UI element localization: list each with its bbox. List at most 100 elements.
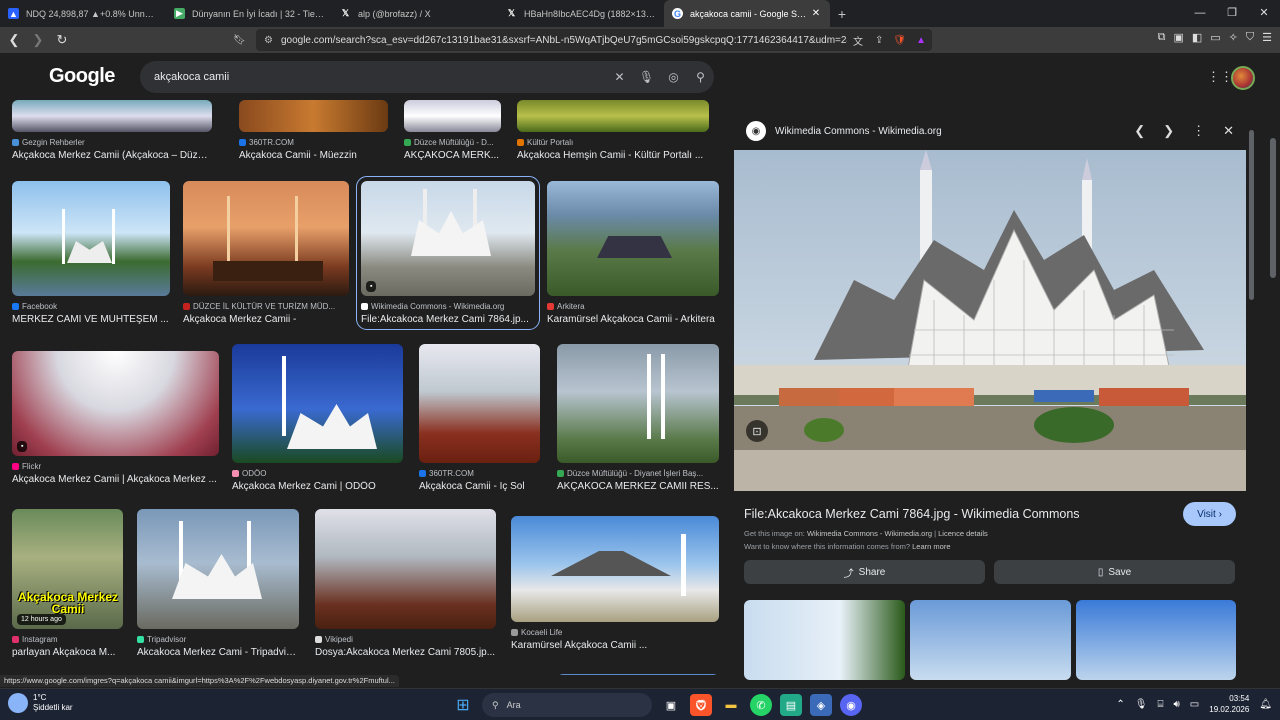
close-tab-icon[interactable]: ✕ — [810, 8, 822, 19]
weather-widget[interactable]: 1°C Şiddetli kar — [8, 693, 73, 713]
search-box[interactable]: akçakoca camii ✕ 🎙︎ ◎ ⚲ — [140, 61, 714, 93]
menu-icon[interactable]: ☰ — [1262, 31, 1272, 44]
result-image[interactable]: Akçakoca Merkez Camii 12 hours ago — [12, 509, 123, 629]
camera-lens-icon[interactable]: ◎ — [660, 70, 687, 84]
search-icon[interactable]: ⚲ — [687, 70, 714, 84]
result-caption[interactable]: Akçakoca Camii - Müezzin — [239, 150, 388, 161]
whatsapp-icon[interactable]: ✆ — [750, 694, 772, 716]
result-caption[interactable]: File:Akcakoca Merkez Cami 7864.jp... — [361, 314, 535, 325]
result-image[interactable]: ▪ — [361, 181, 535, 296]
translate-icon[interactable]: 文 — [853, 33, 863, 48]
image-result[interactable]: Kültür Portalı Akçakoca Hemşin Camii - K… — [517, 100, 709, 161]
related-image[interactable] — [910, 600, 1071, 680]
result-caption[interactable]: Karamürsel Akçakoca Camii ... — [511, 640, 719, 651]
result-caption[interactable]: Akçakoca Camii - İç Sol — [419, 481, 540, 492]
panel-scrollbar[interactable] — [1249, 130, 1254, 300]
result-image[interactable] — [315, 509, 496, 629]
clock[interactable]: 03:54 19.02.2026 — [1209, 693, 1249, 715]
bookmark-icon[interactable]: 🔖︎ — [233, 35, 246, 46]
active-app-icon[interactable]: ◈ — [810, 694, 832, 716]
more-options-icon[interactable]: ⋮ — [1192, 123, 1205, 139]
result-image[interactable] — [511, 516, 719, 622]
microphone-icon[interactable]: 🎙︎ — [1135, 699, 1148, 710]
scrollbar-thumb[interactable] — [1270, 138, 1276, 278]
close-icon[interactable]: ✕ — [1223, 123, 1234, 139]
result-image[interactable] — [232, 344, 403, 463]
image-result[interactable]: Gezgin Rehberler Akçakoca Merkez Camii (… — [12, 100, 212, 161]
result-image[interactable] — [547, 181, 719, 296]
share-button[interactable]: ⤴ Share — [744, 560, 985, 584]
reader-icon[interactable]: ▣ — [1173, 31, 1183, 44]
result-caption[interactable]: AKÇAKOCA MERK... — [404, 150, 501, 161]
site-info-icon[interactable]: ⚙ — [264, 35, 273, 46]
tab-tradingview[interactable]: ▲ NDQ 24,898,87 ▲+0.8% Unnamed — [0, 0, 166, 27]
image-result[interactable]: 360TR.COM Akçakoca Camii - İç Sol — [419, 344, 540, 492]
save-button[interactable]: ▯ Save — [994, 560, 1235, 584]
windows-start-icon[interactable]: ⊞ — [452, 694, 474, 716]
image-result[interactable] — [557, 674, 719, 675]
file-explorer-icon[interactable]: ▬ — [720, 694, 742, 716]
apps-grid-icon[interactable]: ⋮⋮ — [1207, 69, 1233, 85]
minimize-icon[interactable]: — — [1184, 0, 1216, 27]
address-bar[interactable]: 🔖︎ ⚙ google.com/search?sca_esv=dd267c131… — [233, 29, 932, 51]
google-logo[interactable]: Google — [49, 65, 115, 88]
close-window-icon[interactable]: ✕ — [1248, 0, 1280, 27]
learn-more-link[interactable]: Learn more — [912, 542, 950, 551]
page-scrollbar[interactable] — [1269, 118, 1277, 675]
result-image[interactable]: ▪ — [12, 351, 219, 456]
search-input[interactable]: akçakoca camii — [154, 71, 606, 83]
brave-shield-icon[interactable]: 🛡︎ — [893, 35, 906, 46]
preview-site[interactable]: Wikimedia Commons - Wikimedia.org — [775, 126, 942, 137]
app-icon[interactable]: ▤ — [780, 694, 802, 716]
result-image[interactable] — [239, 100, 388, 132]
image-result[interactable]: DÜZCE İL KÜLTÜR VE TURİZM MÜD... Akçakoc… — [183, 181, 349, 325]
image-result[interactable]: Düzce Müftülüğü - Diyanet İşleri Baş... … — [557, 344, 719, 492]
battery-icon[interactable]: ▭ — [1190, 699, 1199, 710]
result-image[interactable] — [183, 181, 349, 296]
result-image[interactable] — [517, 100, 709, 132]
tab-tier-list[interactable]: ▶ Dünyanın En İyi İcadı | 32 - Tier List … — [166, 0, 332, 27]
result-caption[interactable]: Akçakoca Merkez Cami | ODÖO — [232, 481, 403, 492]
new-tab-button[interactable]: + — [830, 6, 854, 22]
related-image[interactable] — [744, 600, 905, 680]
network-icon[interactable]: ⌸ — [1157, 699, 1163, 710]
restore-icon[interactable]: ❐ — [1216, 0, 1248, 27]
result-image[interactable] — [137, 509, 299, 629]
next-icon[interactable]: ❯ — [1163, 123, 1174, 139]
tab-google-search[interactable]: Gakçakoca camii - Google Search ✕ — [664, 0, 830, 27]
preview-image[interactable] — [734, 150, 1246, 491]
result-caption[interactable]: Akcakoca Merkez Cami - Tripadvisor — [137, 647, 299, 658]
forward-icon[interactable]: ❯ — [28, 32, 48, 48]
licence-link[interactable]: Licence details — [938, 529, 988, 538]
task-view-icon[interactable]: ▣ — [660, 694, 682, 716]
volume-icon[interactable]: 🔊︎ — [1173, 699, 1179, 710]
avatar[interactable] — [1231, 66, 1255, 90]
result-caption[interactable]: Karamürsel Akçakoca Camii - Arkitera — [547, 314, 719, 325]
result-image[interactable] — [12, 100, 212, 132]
wallet-icon[interactable]: ▭ — [1210, 31, 1220, 44]
image-result[interactable]: Kocaeli Life Karamürsel Akçakoca Camii .… — [511, 516, 719, 651]
brave-rewards-icon[interactable]: ▲ — [916, 35, 926, 46]
result-caption[interactable]: Akçakoca Merkez Camii - — [183, 314, 349, 325]
discord-icon[interactable]: ◉ — [840, 694, 862, 716]
visit-button[interactable]: Visit › — [1183, 502, 1236, 526]
chevron-up-icon[interactable]: ⌃ — [1116, 699, 1124, 710]
result-image[interactable] — [12, 181, 170, 296]
result-image[interactable] — [404, 100, 501, 132]
result-caption[interactable]: Akçakoca Hemşin Camii - Kültür Portalı .… — [517, 150, 709, 161]
google-lens-icon[interactable]: ⊡ — [746, 420, 768, 442]
result-caption[interactable]: Akçakoca Merkez Camii (Akçakoca – Düzce … — [12, 150, 212, 161]
preview-title[interactable]: File:Akcakoca Merkez Cami 7864.jpg - Wik… — [744, 507, 1080, 521]
share-icon[interactable]: ⇪ — [875, 35, 883, 46]
result-image[interactable] — [557, 344, 719, 463]
notification-icon[interactable]: 🔔︎ — [1259, 699, 1272, 710]
image-result[interactable]: Vikipedi Dosya:Akcakoca Merkez Cami 7805… — [315, 509, 496, 658]
taskbar-search[interactable]: ⚲ Ara — [482, 693, 652, 717]
previous-icon[interactable]: ❮ — [1134, 123, 1145, 139]
image-result[interactable]: ODÖO Akçakoca Merkez Cami | ODÖO — [232, 344, 403, 492]
tab-x-profile[interactable]: 𝕏alp (@brofazz) / X — [332, 0, 498, 27]
url-text[interactable]: google.com/search?sca_esv=dd267c13191bae… — [281, 35, 847, 46]
image-result[interactable]: Facebook MERKEZ CAMİ VE MUHTEŞEM ... — [12, 181, 170, 325]
result-image[interactable] — [419, 344, 540, 463]
image-result-selected[interactable]: ▪ Wikimedia Commons - Wikimedia.org File… — [356, 176, 540, 330]
